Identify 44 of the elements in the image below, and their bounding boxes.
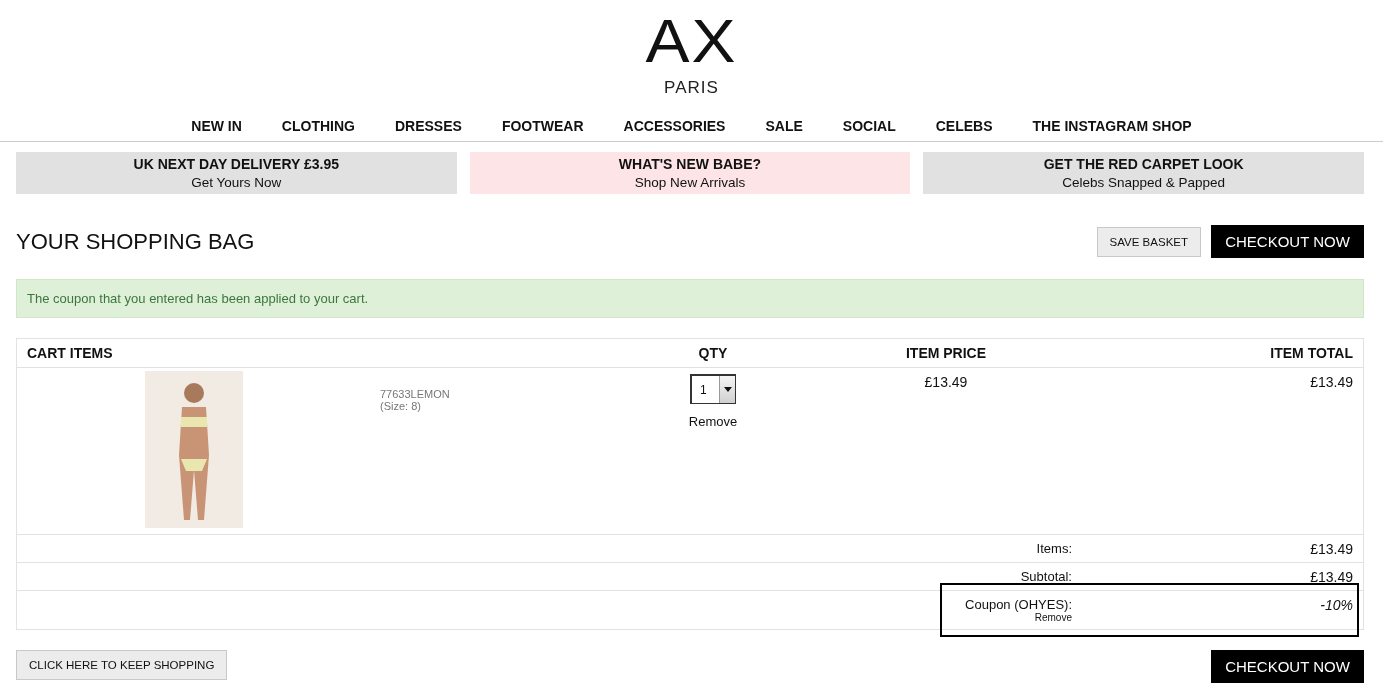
promo-title: GET THE RED CARPET LOOK bbox=[1043, 156, 1244, 172]
promo-banner[interactable]: UK NEXT DAY DELIVERY £3.95 Get Yours Now bbox=[16, 152, 457, 194]
keep-shopping-button[interactable]: CLICK HERE TO KEEP SHOPPING bbox=[16, 650, 228, 680]
nav-link[interactable]: FOOTWEAR bbox=[481, 118, 604, 141]
column-header: QTY bbox=[697, 344, 729, 363]
summary-value: £13.49 bbox=[1309, 540, 1354, 559]
summary-label: Coupon (OHYES): bbox=[965, 597, 1072, 612]
promo-title: UK NEXT DAY DELIVERY £3.95 bbox=[133, 156, 340, 172]
promo-banner[interactable]: WHAT'S NEW BABE? Shop New Arrivals bbox=[469, 152, 911, 194]
nav-link[interactable]: SALE bbox=[745, 118, 823, 141]
success-alert: The coupon that you entered has been applied to your cart. bbox=[16, 279, 1364, 318]
caret-icon bbox=[723, 387, 732, 392]
product-code: 77633LEMON bbox=[380, 388, 450, 400]
nav-link[interactable]: CLOTHING bbox=[261, 118, 375, 141]
checkout-button[interactable]: CHECKOUT NOW bbox=[1211, 225, 1364, 258]
promo-subtitle: Shop New Arrivals bbox=[634, 175, 746, 190]
logo-wordmark[interactable]: AX bbox=[645, 12, 738, 70]
nav-link[interactable]: THE INSTAGRAM SHOP bbox=[1012, 118, 1212, 141]
remove-coupon-link[interactable]: Remove bbox=[1034, 612, 1072, 623]
promo-subtitle: Get Yours Now bbox=[191, 175, 282, 190]
item-price: £13.49 bbox=[923, 373, 969, 392]
promo-subtitle: Celebs Snapped & Papped bbox=[1062, 175, 1226, 190]
summary-value: £13.49 bbox=[1309, 568, 1354, 587]
logo-city: PARIS bbox=[664, 78, 719, 98]
checkout-button[interactable]: CHECKOUT NOW bbox=[1211, 650, 1364, 683]
nav-link[interactable]: CELEBS bbox=[915, 118, 1013, 141]
nav-link[interactable]: NEW IN bbox=[171, 118, 262, 141]
product-size: (Size: 8) bbox=[380, 400, 422, 412]
summary-label: Items: bbox=[1036, 541, 1072, 556]
promo-banner[interactable]: GET THE RED CARPET LOOK Celebs Snapped & Papped bbox=[923, 152, 1364, 194]
remove-link[interactable]: Remove bbox=[688, 414, 738, 429]
promo-title: WHAT'S NEW BABE? bbox=[618, 156, 762, 172]
nav-link[interactable]: SOCIAL bbox=[822, 118, 916, 141]
nav-link[interactable]: DRESSES bbox=[374, 118, 482, 141]
save-basket-button[interactable]: SAVE BASKET bbox=[1096, 226, 1201, 257]
summary-value: -10% bbox=[1319, 596, 1354, 615]
column-header: ITEM PRICE bbox=[904, 344, 988, 363]
nav-link[interactable]: ACCESSORIES bbox=[603, 118, 746, 141]
column-header: ITEM TOTAL bbox=[1269, 344, 1354, 363]
page-title: YOUR SHOPPING BAG bbox=[16, 228, 255, 255]
summary-label: Subtotal: bbox=[1020, 569, 1072, 584]
quantity-select[interactable]: 1 bbox=[690, 374, 736, 404]
column-header: CART ITEMS bbox=[26, 344, 114, 363]
item-total: £13.49 bbox=[1309, 373, 1354, 392]
